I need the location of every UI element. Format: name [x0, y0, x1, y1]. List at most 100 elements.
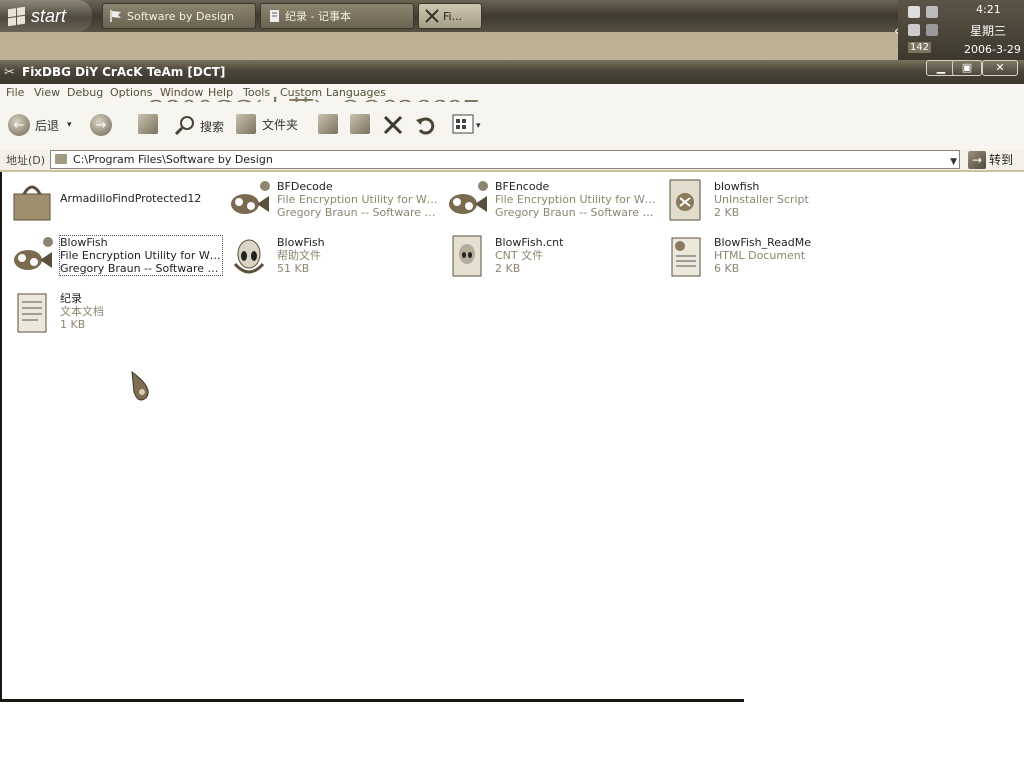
- views-button[interactable]: ▾: [452, 114, 481, 137]
- file-description: File Encryption Utility for Wind...: [60, 249, 222, 262]
- file-type: 文本文档: [60, 305, 104, 318]
- clock-time: 4:21: [976, 3, 1001, 16]
- taskbar-button-notepad[interactable]: 纪录 - 记事本: [260, 3, 414, 29]
- menu-view[interactable]: View: [34, 86, 60, 99]
- folders-label: 文件夹: [262, 117, 299, 132]
- start-button[interactable]: start: [0, 0, 92, 32]
- file-name: BlowFish_ReadMe: [714, 236, 812, 249]
- start-label: start: [31, 5, 67, 26]
- file-name: BlowFish.cnt: [495, 236, 564, 249]
- clock-date: 2006-3-29: [964, 43, 1021, 56]
- file-item-blowfish-cnt[interactable]: BlowFish.cnt CNT 文件 2 KB: [445, 234, 660, 278]
- file-item-bfdecode[interactable]: BFDecode File Encryption Utility for Win…: [227, 178, 442, 222]
- mouse-cursor-icon: [128, 370, 156, 407]
- search-icon: [174, 114, 196, 139]
- windows-logo-icon: [8, 6, 25, 26]
- file-name: BlowFish: [60, 236, 108, 249]
- address-bar: 地址(D) C:\Program Files\Software by Desig…: [0, 150, 1024, 170]
- file-author: Gregory Braun -- Software De...: [277, 206, 439, 219]
- back-arrow-icon: ←: [8, 114, 30, 136]
- clock-weekday: 星期三: [970, 24, 1007, 38]
- forward-button[interactable]: →: [90, 114, 112, 136]
- network-icon[interactable]: [908, 6, 920, 18]
- flag-icon: [109, 9, 123, 23]
- close-button[interactable]: ✕: [982, 60, 1018, 76]
- file-name: ArmadilloFindProtected12: [60, 192, 202, 205]
- tray-badge: 142: [908, 42, 932, 53]
- file-item-blowfish-readme[interactable]: BlowFish_ReadMe HTML Document 6 KB: [664, 234, 879, 278]
- move-to-icon: [318, 114, 338, 134]
- app-icon: ✂: [4, 65, 15, 80]
- move-to-button[interactable]: [318, 114, 338, 134]
- notepad-icon: [267, 9, 281, 23]
- undo-icon: [414, 114, 436, 139]
- up-folder-icon: [138, 114, 158, 134]
- folders-button[interactable]: 文件夹: [236, 114, 298, 134]
- file-item-blowfish-script[interactable]: blowfish UnInstaller Script 2 KB: [664, 178, 879, 222]
- back-label: 后退: [35, 118, 60, 133]
- file-item-bfencode[interactable]: BFEncode File Encryption Utility for Win…: [445, 178, 660, 222]
- desktop-area: [0, 706, 1024, 768]
- copy-to-icon: [350, 114, 370, 134]
- file-item-armadillo[interactable]: ArmadilloFindProtected12: [10, 178, 225, 222]
- up-folder-button[interactable]: [138, 114, 158, 134]
- tray-expand-icon[interactable]: ‹: [894, 24, 899, 39]
- title-bar[interactable]: ✂ FixDBG DiY CrAcK TeAm [DCT] ▁ ▣ ✕: [0, 60, 1024, 84]
- file-name: 纪录: [60, 292, 82, 305]
- cnt-file-icon: [445, 234, 489, 278]
- copy-to-button[interactable]: [350, 114, 370, 134]
- taskbar-button-fixdbg[interactable]: Fi...: [418, 3, 482, 29]
- fish-icon: [10, 234, 54, 278]
- file-description: File Encryption Utility for Wind...: [277, 193, 439, 206]
- file-author: Gregory Braun -- Software De...: [495, 206, 657, 219]
- debugger-icon: [425, 9, 439, 23]
- security-icon[interactable]: [926, 24, 938, 36]
- taskbar-button-label: 纪录 - 记事本: [285, 10, 351, 23]
- volume-icon[interactable]: [926, 6, 938, 18]
- html-document-icon: [664, 234, 708, 278]
- fish-icon: [227, 178, 271, 222]
- go-label: 转到: [989, 153, 1014, 167]
- address-value: C:\Program Files\Software by Design: [73, 153, 273, 166]
- file-author: Gregory Braun -- Software De...: [60, 262, 222, 275]
- update-icon[interactable]: [908, 24, 920, 36]
- fish-icon: [445, 178, 489, 222]
- menu-debug[interactable]: Debug: [67, 86, 103, 99]
- taskbar-button-explorer[interactable]: Software by Design: [102, 3, 256, 29]
- file-name: BFEncode: [495, 180, 550, 193]
- folder-icon: [55, 154, 67, 164]
- back-dropdown-icon[interactable]: ▾: [67, 120, 72, 130]
- text-document-icon: [10, 290, 54, 334]
- address-input[interactable]: C:\Program Files\Software by Design ▼: [50, 150, 960, 169]
- file-item-blowfish-exe[interactable]: BlowFish File Encryption Utility for Win…: [10, 234, 225, 278]
- forward-arrow-icon: →: [90, 114, 112, 136]
- maximize-button[interactable]: ▣: [952, 60, 982, 76]
- address-dropdown-icon[interactable]: ▼: [950, 154, 957, 171]
- file-name: BFDecode: [277, 180, 333, 193]
- file-item-blowfish-help[interactable]: BlowFish 帮助文件 51 KB: [227, 234, 442, 278]
- delete-button[interactable]: [382, 114, 404, 139]
- toolbar: ← 后退 ▾ → 搜索 文件夹 ▾: [0, 102, 1024, 150]
- address-label: 地址(D): [6, 154, 46, 167]
- menu-options[interactable]: Options: [110, 86, 152, 99]
- undo-button[interactable]: [414, 114, 436, 139]
- file-size: 6 KB: [714, 262, 740, 275]
- file-name: BlowFish: [277, 236, 325, 249]
- file-type: HTML Document: [714, 249, 806, 262]
- views-grid-icon: [452, 114, 474, 137]
- go-button[interactable]: → 转到: [968, 150, 1013, 169]
- window-title: FixDBG DiY CrAcK TeAm [DCT]: [22, 65, 226, 79]
- back-button[interactable]: ← 后退 ▾: [8, 114, 72, 136]
- file-name: blowfish: [714, 180, 760, 193]
- file-type: 帮助文件: [277, 249, 321, 262]
- delete-x-icon: [382, 114, 404, 139]
- taskbar-button-label: Fi...: [443, 9, 463, 23]
- file-size: 2 KB: [714, 206, 740, 219]
- taskbar-button-label: Software by Design: [127, 9, 234, 23]
- file-size: 2 KB: [495, 262, 521, 275]
- file-item-jilu-txt[interactable]: 纪录 文本文档 1 KB: [10, 290, 225, 334]
- file-type: UnInstaller Script: [714, 193, 809, 206]
- menu-file[interactable]: File: [6, 86, 24, 99]
- script-icon: [664, 178, 708, 222]
- search-button[interactable]: 搜索: [174, 114, 224, 139]
